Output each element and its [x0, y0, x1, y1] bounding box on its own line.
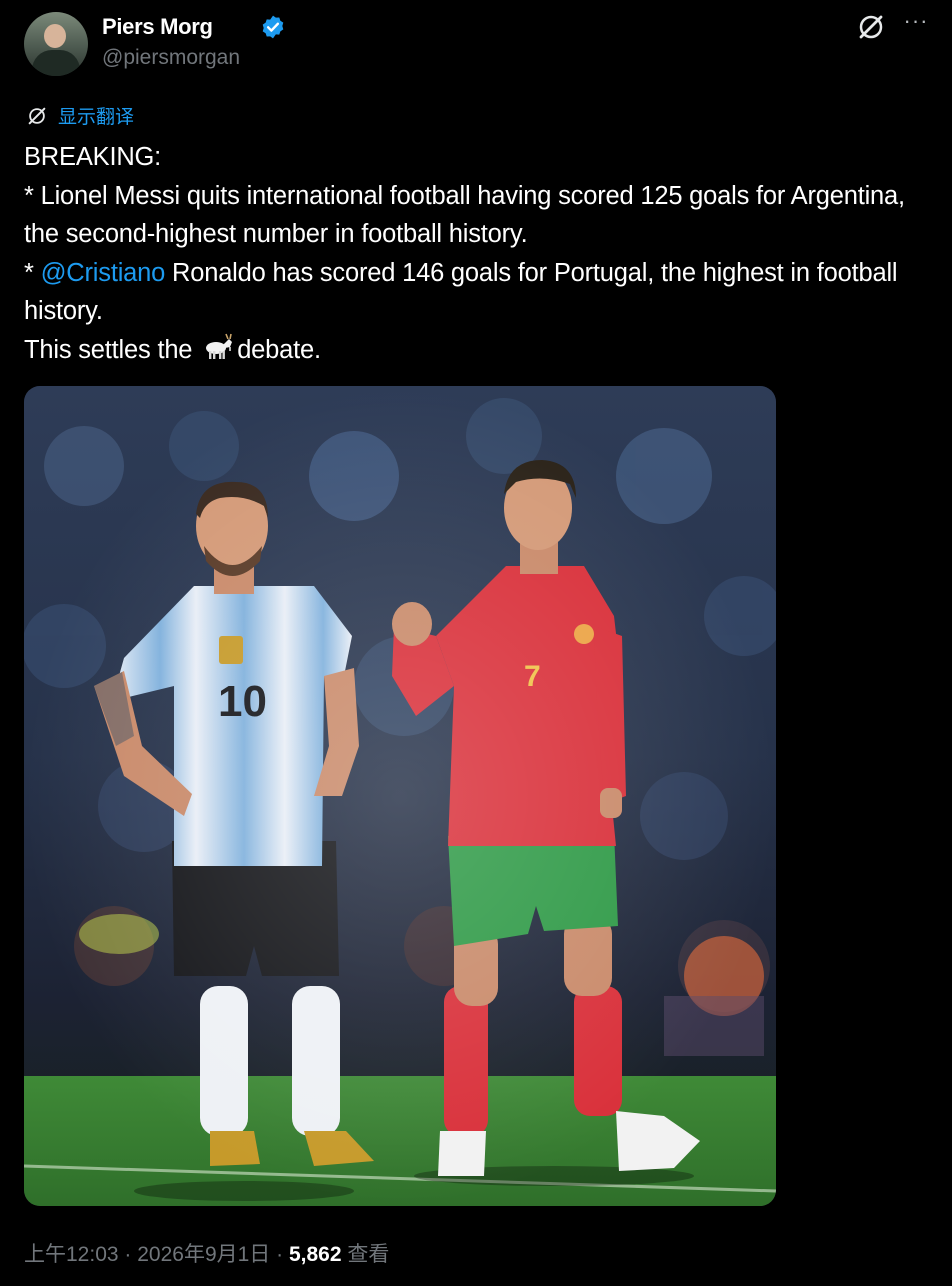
tweet-line-messi: * Lionel Messi quits international footb… — [24, 181, 905, 249]
tweet-line-breaking: BREAKING: — [24, 143, 162, 171]
grok-icon[interactable] — [856, 12, 886, 42]
messi-ronaldo-image: 10 — [24, 386, 776, 1206]
tweet-meta: 上午12:03 · 2026年9月1日 · 5,862 查看 — [24, 1238, 389, 1268]
grok-icon — [28, 107, 46, 124]
tweet-photo[interactable]: 10 — [24, 386, 776, 1206]
verified-badge-icon — [262, 15, 284, 39]
goat-emoji-icon — [206, 333, 233, 359]
tweet: Piers Morg @piersmorgan ··· 显示翻译 BREAKIN… — [0, 0, 952, 1286]
tweet-line-ronaldo: * @Cristiano Ronaldo has scored 146 goal… — [24, 254, 924, 331]
views-count: 5,862 — [288, 1243, 342, 1266]
views-label: 查看 — [341, 1243, 390, 1266]
author-name[interactable]: Piers Morg — [102, 14, 213, 40]
bullet-prefix: * — [24, 258, 41, 287]
mention-link[interactable]: @Cristiano — [41, 259, 166, 287]
author-avatar[interactable] — [24, 12, 88, 76]
translate-link[interactable]: 显示翻译 — [26, 102, 134, 129]
goat-text-after: debate. — [237, 335, 321, 364]
avatar-head — [44, 24, 66, 48]
tweet-date[interactable]: 2026年9月1日 — [137, 1243, 270, 1266]
separator: · — [118, 1243, 138, 1266]
goat-text-before: This settles the — [24, 335, 200, 364]
separator: · — [270, 1243, 289, 1266]
more-icon[interactable]: ··· — [901, 10, 931, 40]
tweet-time[interactable]: 上午12:03 — [24, 1243, 119, 1266]
tweet-text: BREAKING: * Lionel Messi quits internati… — [24, 138, 924, 369]
translate-label: 显示翻译 — [58, 107, 135, 128]
avatar-body — [32, 50, 80, 76]
author-handle[interactable]: @piersmorgan — [102, 46, 240, 70]
tweet-line-goat: This settles the debate. — [24, 331, 924, 370]
